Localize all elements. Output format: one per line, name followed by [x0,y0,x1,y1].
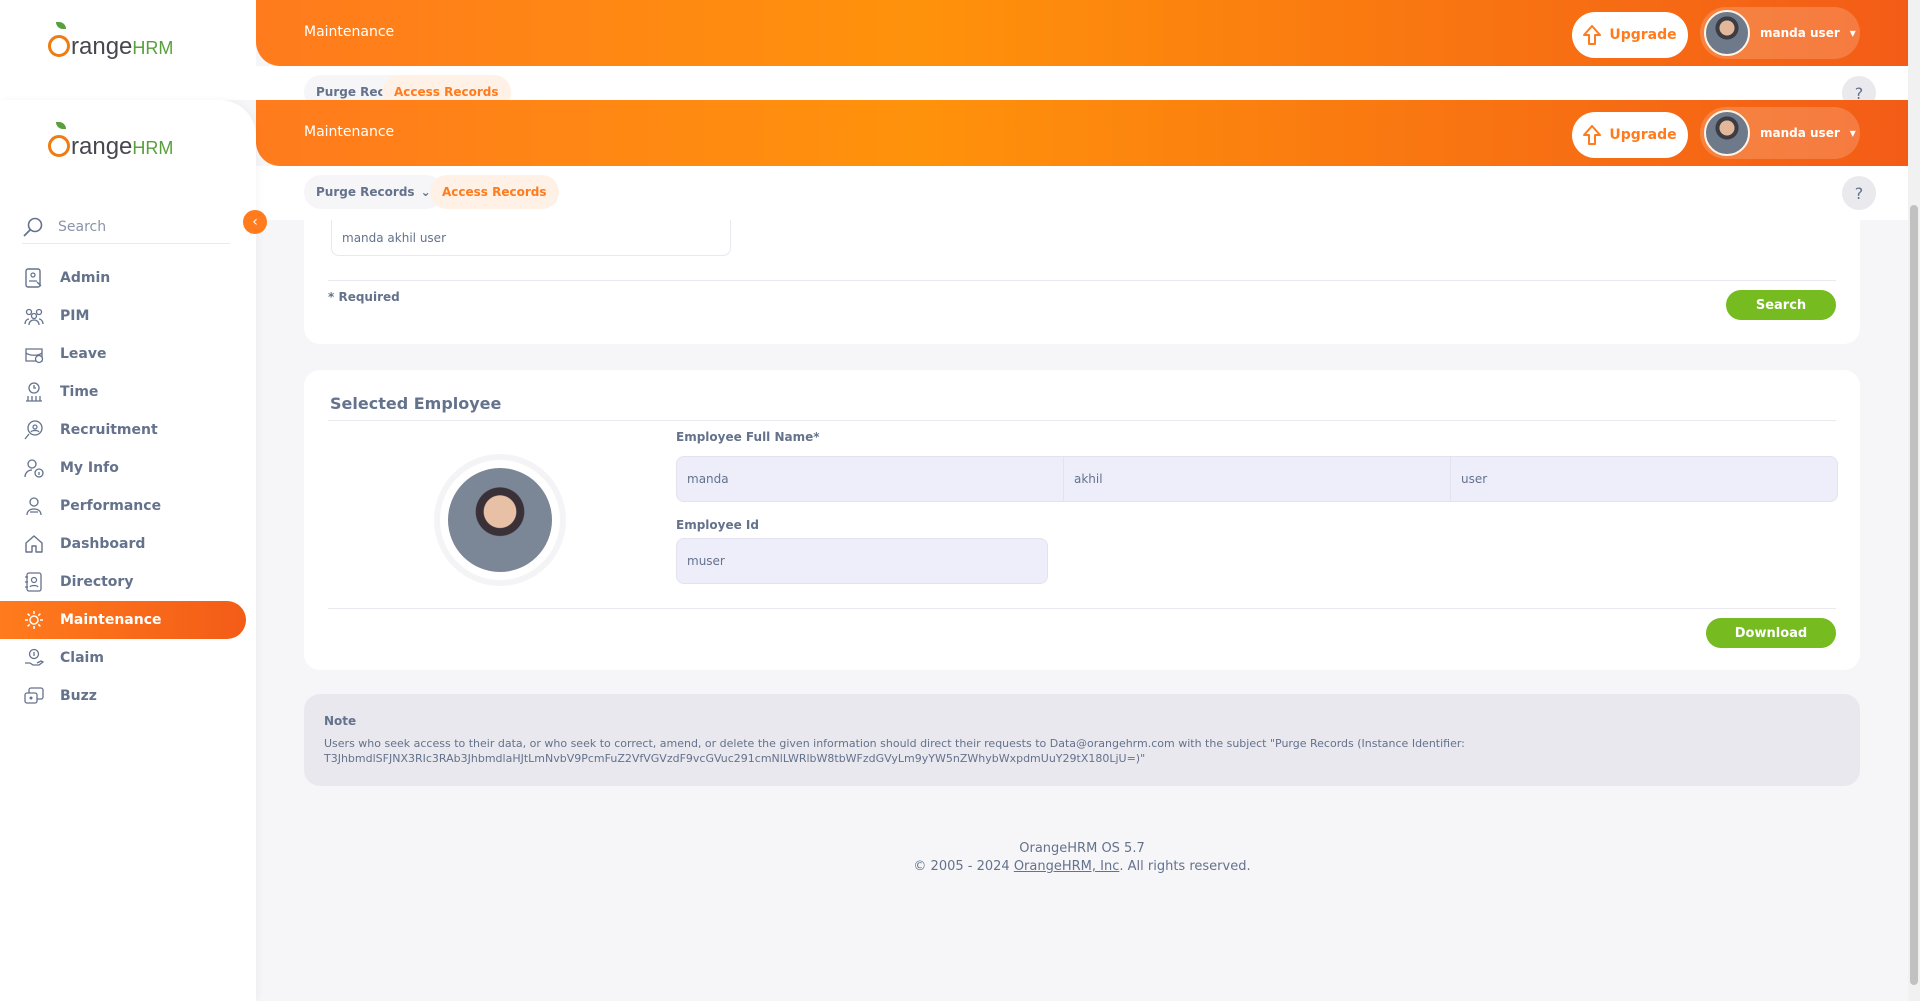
time-icon [22,380,46,404]
divider [328,280,1836,281]
upgrade-label: Upgrade [1609,27,1677,43]
note-text-line1: Users who seek access to their data, or … [324,737,1465,750]
avatar [1704,110,1750,156]
search-icon [23,217,43,237]
user-name: manda user [1760,26,1840,40]
sidebar-item-pim[interactable]: PIM [0,297,246,335]
sidebar-item-my-info[interactable]: My Info [0,449,246,487]
footer: OrangeHRM OS 5.7 © 2005 - 2024 OrangeHRM… [304,840,1860,876]
ghost-topbar: Maintenance Upgrade manda user ▾ [256,0,1908,66]
employee-photo [440,460,560,580]
upgrade-button[interactable]: Upgrade [1572,12,1688,58]
chevron-left-icon: ‹ [252,214,258,230]
last-name-field[interactable]: user [1451,457,1837,501]
middle-name-field[interactable]: akhil [1064,457,1451,501]
sidebar-search[interactable]: Search [22,210,230,244]
section-title: Selected Employee [330,394,502,413]
footer-version: OrangeHRM OS 5.7 [1019,841,1145,856]
ghost-header: range HRM Maintenance Upgrade manda user … [0,0,1908,100]
first-name-field[interactable]: manda [677,457,1064,501]
caret-down-icon: ▾ [1849,26,1856,40]
directory-icon [22,570,46,594]
tab-purge-records[interactable]: Purge Records⌄ [304,175,443,209]
upgrade-icon [1583,125,1602,145]
full-name-label: Employee Full Name* [676,430,820,444]
note-text-line2: T3JhbmdlSFJNX3RIc3RAb3JhbmdlaHJtLmNvbV9P… [324,752,1146,765]
sidebar-item-recruitment[interactable]: Recruitment [0,411,246,449]
sidebar-item-directory[interactable]: Directory [0,563,246,601]
help-icon[interactable]: ? [1842,176,1876,210]
selected-employee-card: Selected Employee Employee Full Name* ma… [304,370,1860,670]
avatar [1704,10,1750,56]
company-link[interactable]: OrangeHRM, Inc [1014,859,1120,874]
buzz-icon [22,684,46,708]
sidebar-item-dashboard[interactable]: Dashboard [0,525,246,563]
breadcrumb: Maintenance [304,24,395,40]
maintenance-icon [22,608,46,632]
dashboard-icon [22,532,46,556]
tab-access-records[interactable]: Access Records [430,175,559,209]
sidebar-item-time[interactable]: Time [0,373,246,411]
topbar: Maintenance Upgrade manda user ▾ [256,100,1908,166]
breadcrumb: Maintenance [304,124,395,140]
download-button[interactable]: Download [1706,618,1836,648]
search-button[interactable]: Search [1726,290,1836,320]
sidebar-item-buzz[interactable]: Buzz [0,677,246,715]
main-menu: Admin PIM Leave Time Recruitment My Info… [0,259,256,715]
myinfo-icon [22,456,46,480]
user-dropdown[interactable]: manda user ▾ [1700,7,1860,59]
sidebar: range HRM Search Admin PIM Leave Time Rec… [0,100,256,1001]
leave-icon [22,342,46,366]
recruitment-icon [22,418,46,442]
help-icon[interactable]: ? [1842,76,1876,100]
search-card: manda akhil user * Required Search [304,220,1860,344]
user-name: manda user [1760,126,1840,140]
required-note: * Required [328,290,400,304]
employee-name-input[interactable]: manda akhil user [331,220,731,256]
sidebar-item-claim[interactable]: Claim [0,639,246,677]
user-dropdown[interactable]: manda user ▾ [1700,107,1860,159]
sidebar-item-leave[interactable]: Leave [0,335,246,373]
tab-access-records[interactable]: Access Records [382,75,511,100]
sidebar-item-performance[interactable]: Performance [0,487,246,525]
employee-id-label: Employee Id [676,518,759,532]
scrollbar-thumb[interactable] [1910,205,1918,985]
pim-icon [22,304,46,328]
ghost-sidebar-top: range HRM [0,0,256,100]
footer-copyright: © 2005 - 2024 OrangeHRM, Inc. All rights… [913,859,1251,874]
full-name-fields: manda akhil user [676,456,1838,502]
ghost-tabsbar: Purge Records⌄ Access Records ? [256,66,1908,100]
scrollbar[interactable] [1908,0,1920,1001]
tabsbar: Purge Records ⌄ Access Records ? [256,166,1908,220]
orangehrm-logo: range HRM [48,22,173,61]
collapse-sidebar-button[interactable]: ‹ [243,210,267,234]
employee-id-field[interactable]: muser [676,538,1048,584]
search-input[interactable]: Search [58,219,106,235]
note-box: Note Users who seek access to their data… [304,694,1860,786]
orangehrm-logo: range HRM [48,122,173,161]
divider [328,608,1836,609]
claim-icon [22,646,46,670]
upgrade-label: Upgrade [1609,127,1677,143]
note-title: Note [324,714,357,728]
performance-icon [22,494,46,518]
upgrade-button[interactable]: Upgrade [1572,112,1688,158]
sidebar-item-admin[interactable]: Admin [0,259,246,297]
sidebar-item-maintenance[interactable]: Maintenance [0,601,246,639]
admin-icon [22,266,46,290]
caret-down-icon: ▾ [1849,126,1856,140]
upgrade-icon [1583,25,1602,45]
divider [328,420,1836,421]
